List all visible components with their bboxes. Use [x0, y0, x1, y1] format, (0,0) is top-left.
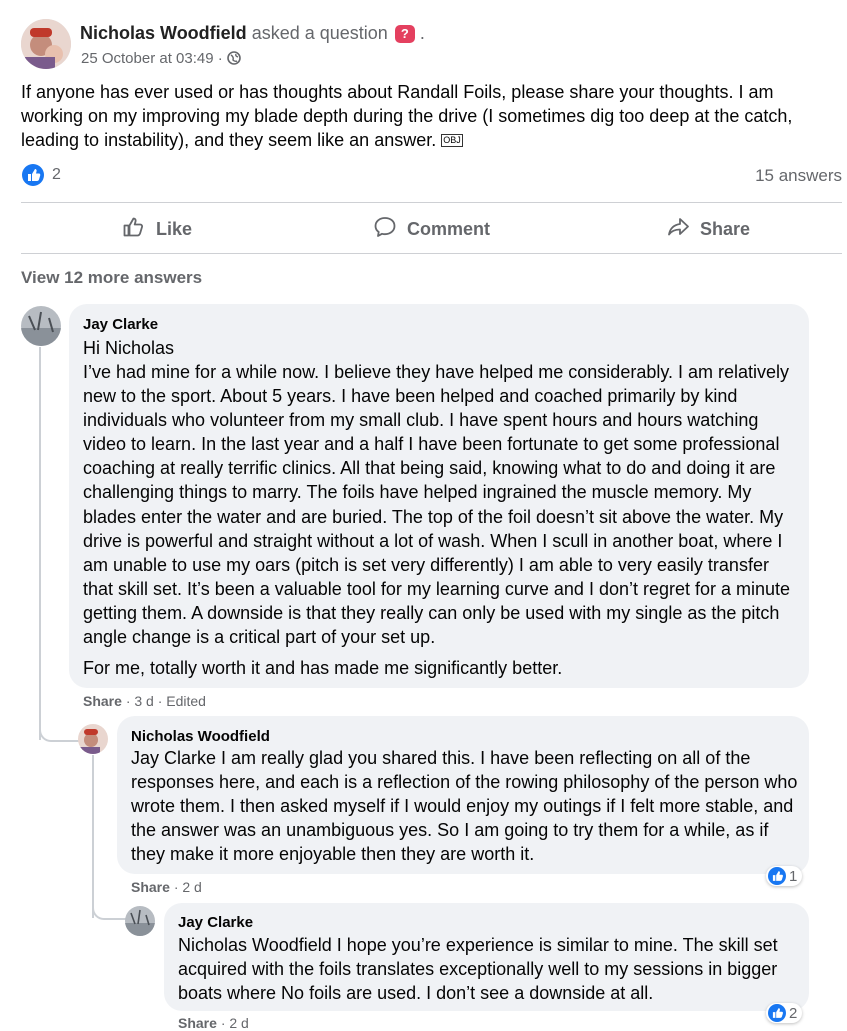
post-meta-separator: · [217, 50, 223, 67]
reply-author[interactable]: Nicholas Woodfield [131, 728, 270, 745]
post-author-line: Nicholas Woodfield asked a question ? . [80, 23, 425, 44]
like-button[interactable]: Like [122, 215, 192, 244]
comment-label: Comment [407, 219, 491, 239]
comment-footer: Share · 3 d · Edited [83, 693, 206, 709]
post-meta: 25 October at 03:49 · [81, 50, 241, 69]
reply-author[interactable]: Jay Clarke [178, 914, 253, 931]
answers-count[interactable]: 15 answers [755, 166, 842, 186]
post-action-period: . [419, 23, 425, 43]
post-body: If anyone has ever used or has thoughts … [21, 80, 836, 152]
reply-share-link[interactable]: Share [131, 879, 170, 895]
post-action-text: asked a question [251, 23, 388, 43]
comment-author[interactable]: Jay Clarke [83, 316, 158, 333]
thread-curve-2 [92, 894, 126, 920]
like-reaction-icon [768, 1004, 786, 1022]
reply-reaction-count: 1 [789, 867, 798, 885]
reply-avatar-jay[interactable] [125, 906, 155, 936]
share-label: Share [700, 219, 751, 239]
like-reaction-icon [768, 867, 786, 885]
reply-meta: · 2 d [173, 879, 202, 895]
reply-text: Jay Clarke I am really glad you shared t… [131, 748, 798, 865]
like-reaction-icon [22, 164, 44, 186]
comment-meta: · 3 d · Edited [125, 693, 206, 709]
reply-footer: Share · 2 d [131, 879, 202, 895]
reply-share-link[interactable]: Share [178, 1015, 217, 1031]
post-text: If anyone has ever used or has thoughts … [21, 82, 793, 150]
reply-reactions[interactable]: 1 [766, 866, 803, 886]
reply-text: Nicholas Woodfield I hope you’re experie… [178, 935, 778, 1004]
comment-bubble: Jay Clarke Hi Nicholas I’ve had mine for… [69, 304, 809, 688]
reply-bubble: Nicholas Woodfield Jay Clarke I am reall… [117, 716, 809, 874]
divider-bottom [21, 253, 842, 254]
post-reaction-summary[interactable]: 2 [22, 164, 61, 186]
comment-text: I’ve had mine for a while now. I believe… [83, 362, 791, 648]
comment-avatar-jay[interactable] [21, 306, 61, 346]
reply-reaction-count: 2 [789, 1004, 798, 1022]
share-button[interactable]: Share [666, 215, 750, 244]
thumbs-up-icon [122, 215, 146, 244]
divider-top [21, 202, 842, 203]
like-label: Like [156, 219, 193, 239]
view-more-answers[interactable]: View 12 more answers [21, 268, 202, 288]
question-icon: ? [394, 25, 415, 43]
comment-button[interactable]: Comment [373, 215, 490, 244]
reply-bubble: Jay Clarke Nicholas Woodfield I hope you… [164, 903, 809, 1011]
reply-avatar-nicholas[interactable] [78, 724, 108, 754]
comment-greeting: Hi Nicholas [83, 338, 175, 358]
thread-line-1 [39, 347, 41, 740]
post-like-count: 2 [52, 166, 61, 183]
post-timestamp[interactable]: 25 October at 03:49 [81, 50, 214, 67]
comment-share-link[interactable]: Share [83, 693, 122, 709]
thread-curve-1 [39, 715, 81, 742]
reply-reactions[interactable]: 2 [766, 1003, 803, 1023]
share-arrow-icon [666, 215, 690, 244]
post-author-avatar[interactable] [21, 19, 71, 69]
globe-icon [227, 51, 241, 69]
reply-meta: · 2 d [220, 1015, 249, 1031]
post-author-name[interactable]: Nicholas Woodfield [80, 23, 247, 43]
comment-text-closing: For me, totally worth it and has made me… [83, 658, 563, 678]
comment-icon [373, 215, 397, 244]
obj-glyph: OBJ [441, 134, 463, 147]
reply-footer: Share · 2 d [178, 1015, 249, 1031]
